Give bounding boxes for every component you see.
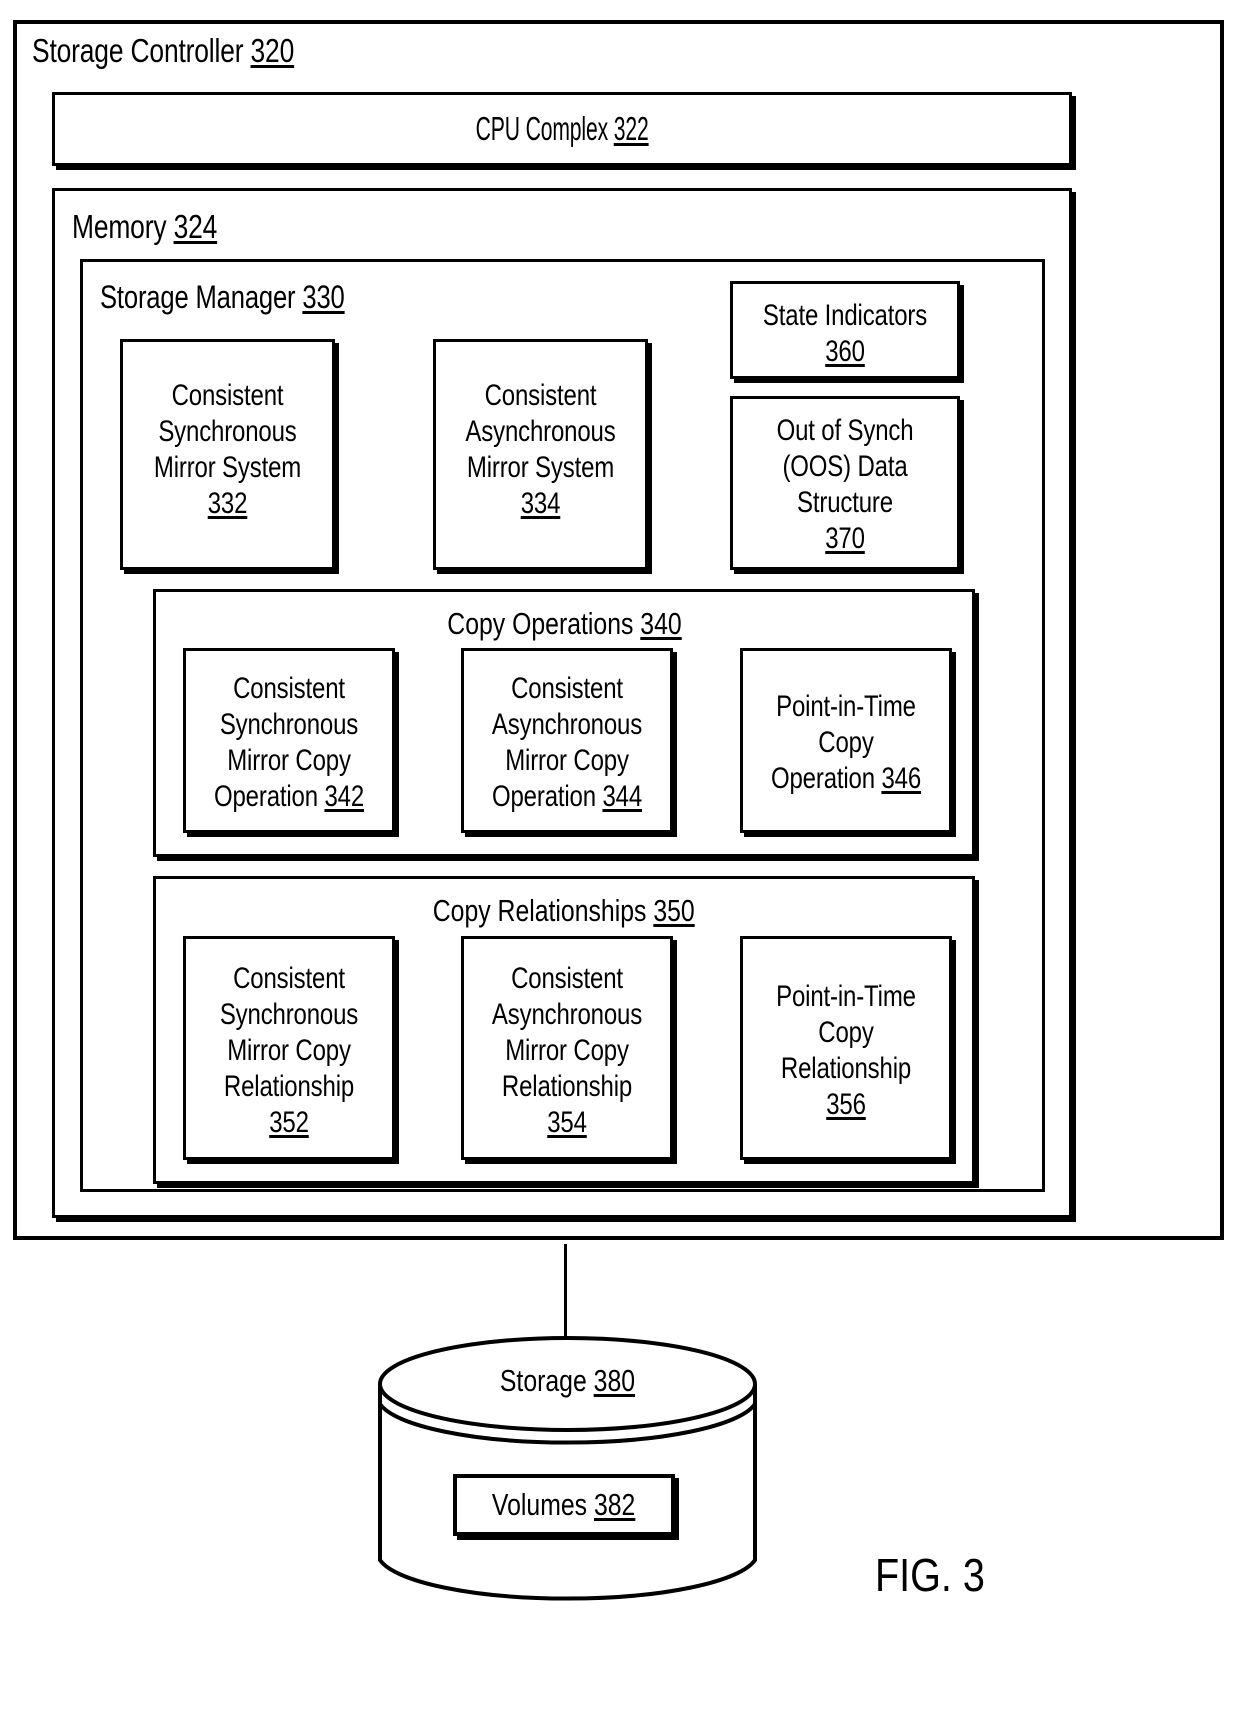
box-352-text: Consistent Synchronous Mirror Copy Relat…	[219, 962, 359, 1139]
storage-controller-title: Storage Controller 320	[32, 32, 295, 69]
consistent-synchronous-mirror-copy-operation-box: Consistent Synchronous Mirror Copy Opera…	[183, 648, 395, 833]
consistent-asynchronous-mirror-copy-relationship-box: Consistent Asynchronous Mirror Copy Rela…	[461, 936, 673, 1160]
copy-operations-title: Copy Operations 340	[446, 606, 682, 641]
box-334-text: Consistent Asynchronous Mirror System 33…	[465, 379, 616, 520]
out-of-synch-data-structure-box: Out of Synch (OOS) Data Structure 370	[730, 396, 960, 570]
box-360-text: State Indicators 360	[762, 299, 928, 368]
figure-caption: FIG. 3	[874, 1549, 985, 1601]
state-indicators-box: State Indicators 360	[730, 281, 960, 379]
storage-manager-title: Storage Manager 330	[100, 279, 345, 315]
point-in-time-copy-relationship-box: Point-in-Time Copy Relationship 356	[740, 936, 952, 1160]
consistent-asynchronous-mirror-system-box: Consistent Asynchronous Mirror System 33…	[433, 339, 648, 570]
storage-cylinder: Storage 380 Volumes 382	[375, 1332, 760, 1612]
copy-relationships-title: Copy Relationships 350	[433, 893, 695, 928]
figure-canvas: Storage Controller 320 CPU Complex 322 M…	[0, 0, 1240, 1719]
cpu-complex-title: CPU Complex 322	[475, 110, 649, 147]
consistent-synchronous-mirror-copy-relationship-box: Consistent Synchronous Mirror Copy Relat…	[183, 936, 395, 1160]
box-332-text: Consistent Synchronous Mirror System 332	[153, 379, 302, 520]
box-346-text: Point-in-Time Copy Operation 346	[770, 690, 922, 795]
box-354-text: Consistent Asynchronous Mirror Copy Rela…	[491, 962, 643, 1139]
box-342-text: Consistent Synchronous Mirror Copy Opera…	[213, 672, 365, 813]
memory-title: Memory 324	[72, 208, 218, 245]
storage-title: Storage 380	[499, 1363, 636, 1398]
box-356-text: Point-in-Time Copy Relationship 356	[776, 980, 916, 1121]
box-344-text: Consistent Asynchronous Mirror Copy Oper…	[491, 672, 643, 813]
volumes-box: Volumes 382	[453, 1474, 675, 1536]
consistent-synchronous-mirror-system-box: Consistent Synchronous Mirror System 332	[120, 339, 335, 570]
box-370-text: Out of Synch (OOS) Data Structure 370	[776, 414, 914, 555]
point-in-time-copy-operation-box: Point-in-Time Copy Operation 346	[740, 648, 952, 833]
consistent-asynchronous-mirror-copy-operation-box: Consistent Asynchronous Mirror Copy Oper…	[461, 648, 673, 833]
volumes-title: Volumes 382	[492, 1487, 636, 1522]
